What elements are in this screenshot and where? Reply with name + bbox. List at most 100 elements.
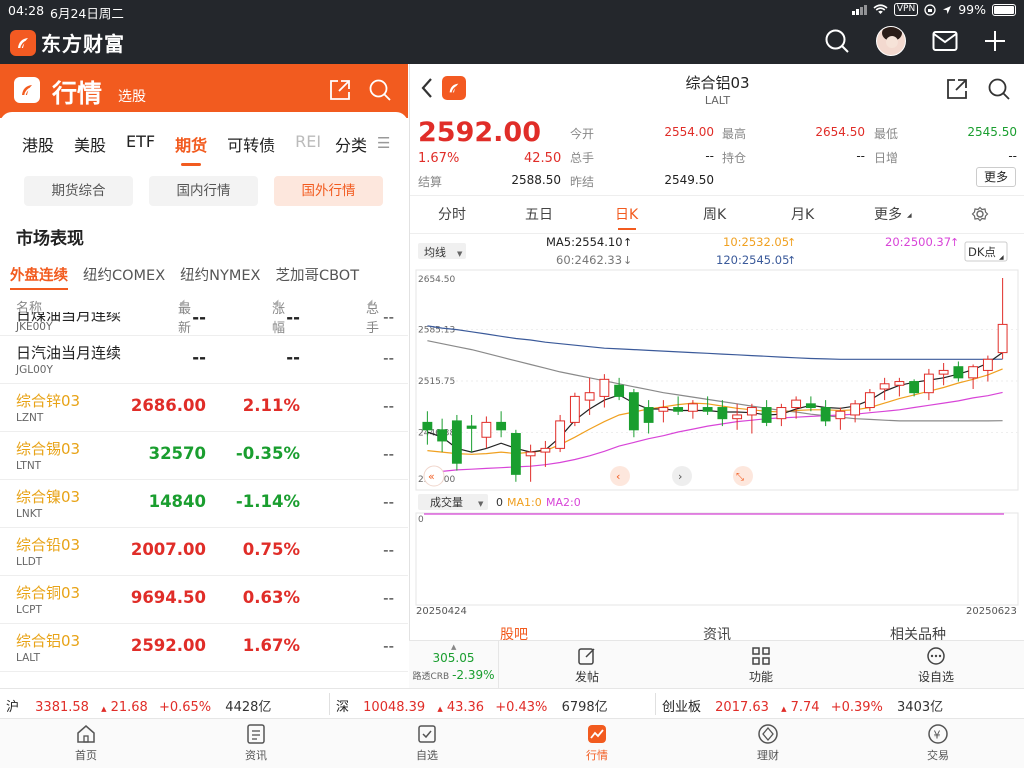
wealth-icon (758, 724, 778, 744)
quote-field-value: -- (856, 149, 865, 163)
candle-body (879, 383, 890, 390)
index-value: 2017.63 (715, 700, 769, 715)
related-quote[interactable]: ▲ 305.05 路透CRB -2.39% (409, 641, 499, 689)
quote-row[interactable]: 综合镍03 LNKT 14840 -1.14% -- (0, 480, 408, 528)
period-tab[interactable]: 更多 (874, 204, 902, 224)
more-caret-icon: ◢ (907, 212, 912, 219)
index-divider (655, 693, 656, 715)
search-icon[interactable] (368, 78, 392, 102)
candle (569, 392, 580, 427)
quote-field-value: 2654.50 (815, 125, 865, 139)
index-sh[interactable]: 沪 3381.58 ▲ 21.68 +0.65% 4428亿 (6, 696, 271, 715)
market-tab[interactable]: ETF (126, 132, 155, 158)
volume-ma2: MA2:0 (546, 496, 581, 509)
plus-icon[interactable] (984, 30, 1006, 52)
function-button[interactable]: 功能 (701, 641, 821, 689)
quote-row[interactable]: 日煤油当月连续 JKE00Y -- -- -- (0, 312, 408, 336)
period-tab[interactable]: 月K (791, 204, 814, 224)
candle (968, 364, 979, 389)
home-icon (77, 725, 95, 743)
market-header-actions (328, 78, 392, 102)
watchlist-icon (418, 725, 436, 743)
index-cyb[interactable]: 创业板 2017.63 ▲ 7.74 +0.39% 3403亿 (662, 696, 943, 715)
grid-icon (752, 647, 770, 665)
index-sz[interactable]: 深 10048.39 ▲ 43.36 +0.43% 6798亿 (336, 696, 608, 715)
quote-change: 0.63% (242, 588, 300, 607)
quote-change: 0.75% (242, 540, 300, 559)
quote-field-value: -- (1008, 149, 1017, 163)
market-tab[interactable]: 美股 (74, 132, 106, 158)
search-icon[interactable] (824, 28, 850, 54)
quote-row[interactable]: 综合铝03 LALT 2592.00 1.67% -- (0, 624, 408, 672)
index-pct: +0.39% (830, 700, 883, 715)
quote-field-value: 2549.50 (664, 173, 714, 187)
nav-news[interactable]: 资讯 (216, 723, 296, 763)
stock-picker-link[interactable]: 选股 (118, 86, 146, 106)
share-icon[interactable] (328, 78, 352, 102)
period-tab[interactable]: 周K (703, 204, 726, 224)
share-icon[interactable] (945, 77, 969, 101)
post-button[interactable]: 发帖 (527, 641, 647, 689)
candle (805, 396, 816, 412)
volume-axis-zero: 0 (418, 515, 424, 525)
market-tab[interactable]: 期货 (175, 132, 207, 166)
more-button[interactable]: 更多 (976, 167, 1016, 187)
mail-icon[interactable] (932, 30, 958, 52)
kline-chart[interactable]: 均线 ▼ MA5:2554.10 ↑ 10:2532.05 ↑ 20:2500.… (410, 236, 1024, 676)
exchange-tab[interactable]: 芝加哥CBOT (275, 264, 359, 285)
period-tab[interactable]: 日K (615, 204, 638, 230)
quote-row[interactable]: 综合锌03 LZNT 2686.00 2.11% -- (0, 384, 408, 432)
cellular-signal-icon (851, 4, 867, 15)
y-tick-label: 2515.75 (418, 377, 455, 387)
nav-market[interactable]: 行情 (557, 723, 637, 763)
change-percent: 1.67% (418, 151, 460, 166)
candle-body (938, 369, 949, 375)
period-tab[interactable]: 五日 (525, 204, 553, 224)
quote-row[interactable]: 综合铜03 LCPT 9694.50 0.63% -- (0, 576, 408, 624)
menu-icon[interactable]: ☰ (377, 134, 390, 152)
nav-watchlist[interactable]: 自选 (387, 723, 467, 763)
candle-body (525, 451, 536, 457)
category-button[interactable]: 分类 (335, 132, 367, 156)
period-tab[interactable]: 分时 (438, 204, 466, 224)
index-name: 深 (336, 700, 350, 715)
quote-row[interactable]: 综合铅03 LLDT 2007.00 0.75% -- (0, 528, 408, 576)
futures-tab[interactable]: 国内行情 (149, 176, 258, 206)
vpn-badge: VPN (893, 3, 919, 16)
quote-summary: 2592.00 1.67% 42.50 今开 2554.00 最高 2654.50 最低… (410, 114, 1024, 196)
candle (997, 278, 1008, 359)
add-watchlist-button[interactable]: 设自选 (876, 641, 996, 689)
candle-body (864, 392, 875, 409)
candle (555, 414, 566, 453)
market-tab[interactable]: REI (295, 132, 323, 158)
quote-total: -- (383, 397, 394, 415)
exchange-tab[interactable]: 外盘连续 (10, 264, 68, 290)
futures-tab[interactable]: 期货综合 (24, 176, 133, 206)
post-label: 发帖 (574, 670, 599, 684)
chart-settings-icon[interactable] (971, 205, 989, 227)
dk-button-caret: ◢ (999, 254, 1004, 261)
nav-home[interactable]: 首页 (46, 723, 126, 763)
market-tab[interactable]: 可转债 (227, 132, 275, 158)
candle-body (540, 447, 551, 453)
market-tab[interactable]: 港股 (22, 132, 54, 158)
futures-tab[interactable]: 国外行情 (274, 176, 383, 206)
search-icon[interactable] (987, 77, 1011, 101)
quote-row[interactable]: 综合锡03 LTNT 32570 -0.35% -- (0, 432, 408, 480)
quote-row[interactable]: 日汽油当月连续 JGL00Y -- -- -- (0, 336, 408, 384)
app-name: 东方财富 (41, 32, 125, 56)
avatar[interactable] (876, 26, 906, 56)
index-value: 3381.58 (35, 700, 89, 715)
nav-trade[interactable]: ¥ 交易 (898, 723, 978, 763)
action-bar: ▲ 305.05 路透CRB -2.39% 发帖 功能 设自选 (409, 640, 1024, 689)
candle-body (761, 407, 772, 423)
candle-body (481, 421, 492, 438)
exchange-tab[interactable]: 纽约NYMEX (180, 264, 260, 285)
app-logo[interactable]: 东方财富 (10, 28, 125, 57)
ma5-arrow: ↑ (623, 236, 632, 249)
candle-body (437, 429, 448, 442)
nav-wealth[interactable]: 理财 (728, 723, 808, 763)
exchange-tab[interactable]: 纽约COMEX (83, 264, 165, 285)
svg-text:¥: ¥ (934, 729, 941, 742)
related-price: 305.05 (432, 651, 475, 665)
